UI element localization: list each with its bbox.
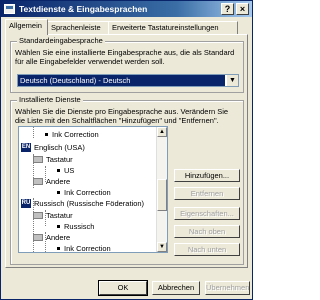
tree-item[interactable]: Andere: [33, 232, 70, 243]
tree-item[interactable]: Ink Correction: [57, 243, 111, 253]
default-language-dropdown[interactable]: Deutsch (Deutschland) - Deutsch ▼: [17, 74, 239, 87]
tree-item-label: Andere: [46, 177, 71, 186]
language-badge-icon: EN: [21, 143, 31, 152]
scroll-up-icon[interactable]: ▲: [157, 127, 167, 137]
title-bar[interactable]: Textdienste & Eingabesprachen ? ×: [1, 1, 252, 17]
installed-services-description: Wählen Sie die Dienste pro Eingabesprach…: [15, 107, 229, 125]
remove-button[interactable]: Entfernen: [174, 187, 240, 200]
services-tree[interactable]: Ink Correction EN Englisch (USA) Tastatur…: [18, 126, 168, 253]
tree-item-label: Ink Correction: [64, 244, 111, 253]
tree-item-label: Englisch (USA): [34, 143, 85, 152]
tree-item-label: Tastatur: [46, 155, 73, 164]
ok-button[interactable]: OK: [98, 280, 148, 296]
default-language-group: Standardeingabesprache Wählen Sie eine i…: [10, 36, 244, 93]
move-up-button[interactable]: Nach oben: [174, 225, 240, 238]
tree-item[interactable]: Ink Correction: [57, 187, 111, 198]
default-language-selected: Deutsch (Deutschland) - Deutsch: [18, 75, 225, 86]
bullet-icon: [57, 168, 60, 172]
tree-scrollbar[interactable]: ▲ ▼: [156, 127, 167, 252]
keyboard-icon: [33, 234, 43, 241]
keyboard-icon: [33, 156, 43, 163]
tree-item-label: Ink Correction: [64, 188, 111, 197]
tree-item-label: US: [64, 166, 75, 175]
scrollbar-thumb[interactable]: [157, 179, 167, 211]
bullet-icon: [57, 224, 60, 228]
keyboard-icon: [33, 212, 43, 219]
tree-item-label: Ink Correction: [52, 130, 99, 139]
tree-item-label: Tastatur: [46, 211, 73, 220]
tree-item-label: Russisch: [64, 222, 95, 231]
tab-language-bar[interactable]: Sprachenleiste: [47, 21, 109, 34]
installed-services-group-title: Installierte Dienste: [17, 95, 83, 105]
scroll-down-icon[interactable]: ▼: [157, 242, 167, 252]
tree-item-label: Andere: [46, 233, 71, 242]
tree-item[interactable]: Tastatur: [33, 154, 73, 165]
tree-item[interactable]: Ink Correction: [45, 129, 99, 140]
cancel-button[interactable]: Abbrechen: [152, 281, 200, 295]
properties-button[interactable]: Eigenschaften...: [174, 207, 240, 220]
help-button[interactable]: ?: [221, 3, 234, 15]
tree-language-english[interactable]: EN Englisch (USA): [21, 142, 85, 153]
default-language-description: Wählen Sie eine installierte Eingabespra…: [15, 48, 235, 66]
tree-item[interactable]: Russisch: [57, 221, 94, 232]
window-title: Textdienste & Eingabesprachen: [19, 4, 148, 14]
tree-language-russian[interactable]: RU Russisch (Russische Föderation): [21, 198, 144, 209]
chevron-down-icon[interactable]: ▼: [226, 75, 238, 86]
add-button[interactable]: Hinzufügen...: [174, 169, 240, 182]
language-badge-icon: RU: [21, 199, 31, 208]
default-language-group-title: Standardeingabesprache: [17, 36, 105, 46]
tree-connector: [33, 127, 34, 138]
tab-advanced-keyboard-settings[interactable]: Erweiterte Tastatureinstellungen: [108, 21, 238, 34]
bullet-icon: [57, 246, 60, 250]
dialog-window: Textdienste & Eingabesprachen ? × Allgem…: [0, 0, 253, 300]
tab-general[interactable]: Allgemein: [5, 19, 48, 35]
tab-panel-general: Standardeingabesprache Wählen Sie eine i…: [5, 34, 248, 268]
bullet-icon: [45, 132, 48, 136]
tree-item[interactable]: Andere: [33, 176, 70, 187]
installed-services-group: Installierte Dienste Wählen Sie die Dien…: [10, 95, 244, 265]
keyboard-icon: [33, 178, 43, 185]
move-down-button[interactable]: Nach unten: [174, 243, 240, 256]
bullet-icon: [57, 190, 60, 194]
apply-button[interactable]: Übernehmen: [205, 281, 250, 295]
tree-item[interactable]: US: [57, 165, 74, 176]
close-button[interactable]: ×: [236, 3, 249, 15]
app-icon: [4, 4, 15, 14]
tree-item-label: Russisch (Russische Föderation): [34, 199, 145, 208]
tree-item[interactable]: Tastatur: [33, 210, 73, 221]
